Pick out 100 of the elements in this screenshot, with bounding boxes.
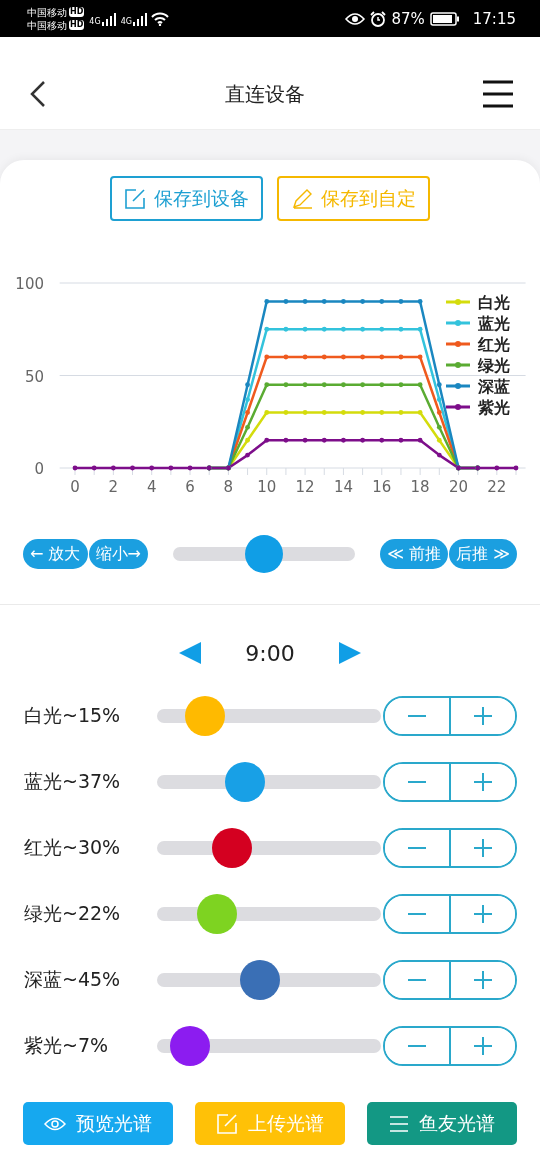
next-button[interactable] <box>338 642 361 664</box>
plus-button[interactable] <box>449 698 515 734</box>
minus-icon <box>407 780 427 784</box>
slider[interactable] <box>157 696 381 736</box>
page-title: 直连设备 <box>225 80 305 108</box>
data-point <box>379 326 385 332</box>
axis-label: 0 <box>34 460 44 478</box>
axis-label: 20 <box>448 478 469 496</box>
signal-icon <box>101 13 116 26</box>
data-point <box>379 437 385 443</box>
signal-icon <box>132 13 147 26</box>
plus-button[interactable] <box>449 962 515 998</box>
data-point <box>417 437 423 443</box>
data-point <box>341 410 346 415</box>
plus-button[interactable] <box>449 1028 515 1064</box>
plus-icon <box>473 970 493 990</box>
plus-button[interactable] <box>449 764 515 800</box>
hd-badge: HD <box>69 20 85 30</box>
channel-label: 绿光~22% <box>24 901 122 926</box>
data-point <box>283 410 289 415</box>
channel-label: 深蓝~45% <box>24 967 122 992</box>
minus-icon <box>407 912 427 916</box>
zoom-out-button[interactable]: 缩小→ <box>88 539 148 569</box>
data-point <box>398 299 404 304</box>
data-point <box>341 437 346 443</box>
back-button[interactable] <box>28 79 48 109</box>
slider[interactable] <box>157 960 381 1000</box>
save-button[interactable]: 保存到自定 <box>277 176 430 221</box>
channel-label: 紫光~7% <box>24 1033 110 1058</box>
data-point <box>283 326 289 332</box>
legend-icon <box>446 341 470 347</box>
data-point <box>321 354 327 360</box>
data-point <box>379 410 385 415</box>
axis-label: 22 <box>487 478 507 496</box>
slider[interactable] <box>157 894 381 934</box>
axis-label: 6 <box>185 478 195 496</box>
data-point <box>264 410 270 415</box>
slider[interactable] <box>157 1026 381 1066</box>
data-point <box>417 326 423 332</box>
slider-thumb[interactable] <box>212 828 253 868</box>
data-point <box>360 437 365 443</box>
action-button[interactable]: 上传光谱 <box>195 1102 345 1145</box>
channel-label: 白光~15% <box>24 703 122 728</box>
data-point <box>513 465 519 471</box>
data-point <box>360 326 365 332</box>
data-point <box>283 437 289 443</box>
slider-thumb[interactable] <box>197 894 238 934</box>
data-point <box>360 410 365 415</box>
triangle-right-icon <box>338 642 361 664</box>
save-button[interactable]: 保存到设备 <box>110 176 263 221</box>
action-button[interactable]: 预览光谱 <box>23 1102 173 1145</box>
edit-icon <box>216 1112 238 1135</box>
edit-icon <box>124 187 146 210</box>
data-point <box>168 465 174 471</box>
slider-thumb[interactable] <box>169 1026 210 1066</box>
data-point <box>398 437 404 443</box>
plus-button[interactable] <box>449 896 515 932</box>
previous-button[interactable] <box>179 642 202 664</box>
menu-button[interactable] <box>482 80 514 108</box>
slider-thumb[interactable] <box>225 762 266 802</box>
carrier-name: 中国移动 <box>27 18 67 32</box>
plus-icon <box>473 1036 493 1056</box>
zoom-in-button[interactable]: ← 放大 <box>23 539 88 569</box>
data-point <box>149 465 155 471</box>
data-point <box>417 299 423 304</box>
data-point <box>321 299 327 304</box>
plus-button[interactable] <box>449 830 515 866</box>
slider-thumb[interactable] <box>239 960 280 1000</box>
data-point <box>245 382 250 388</box>
plus-icon <box>473 838 493 858</box>
legend-icon <box>446 404 470 410</box>
eye-icon <box>345 12 366 25</box>
data-point <box>245 397 250 402</box>
list-icon <box>389 1115 409 1132</box>
data-point <box>341 382 346 388</box>
clock-time: 17:15 <box>472 9 516 28</box>
slider[interactable] <box>157 762 381 802</box>
data-point <box>245 452 250 458</box>
hd-badge: HD <box>69 7 85 17</box>
data-point <box>130 465 135 471</box>
legend-label: 白光 <box>478 293 510 312</box>
legend-label: 蓝光 <box>478 314 510 333</box>
slider-thumb[interactable] <box>184 696 225 736</box>
minus-icon <box>407 1044 427 1048</box>
data-point <box>302 354 308 360</box>
alarm-icon <box>370 10 387 27</box>
back-button[interactable]: ≪ 前推 <box>380 539 449 569</box>
data-point <box>379 354 385 360</box>
axis-label: 12 <box>295 478 315 496</box>
slider-thumb[interactable] <box>245 535 284 573</box>
axis-label: 18 <box>410 478 430 496</box>
action-button[interactable]: 鱼友光谱 <box>367 1102 517 1145</box>
slider[interactable] <box>173 535 356 573</box>
data-point <box>398 354 404 360</box>
forward-button[interactable]: 后推 ≫ <box>449 539 517 569</box>
data-point <box>436 410 442 415</box>
data-point <box>436 424 442 430</box>
legend-label: 绿光 <box>478 356 510 375</box>
data-point <box>321 410 327 415</box>
slider[interactable] <box>157 828 381 868</box>
